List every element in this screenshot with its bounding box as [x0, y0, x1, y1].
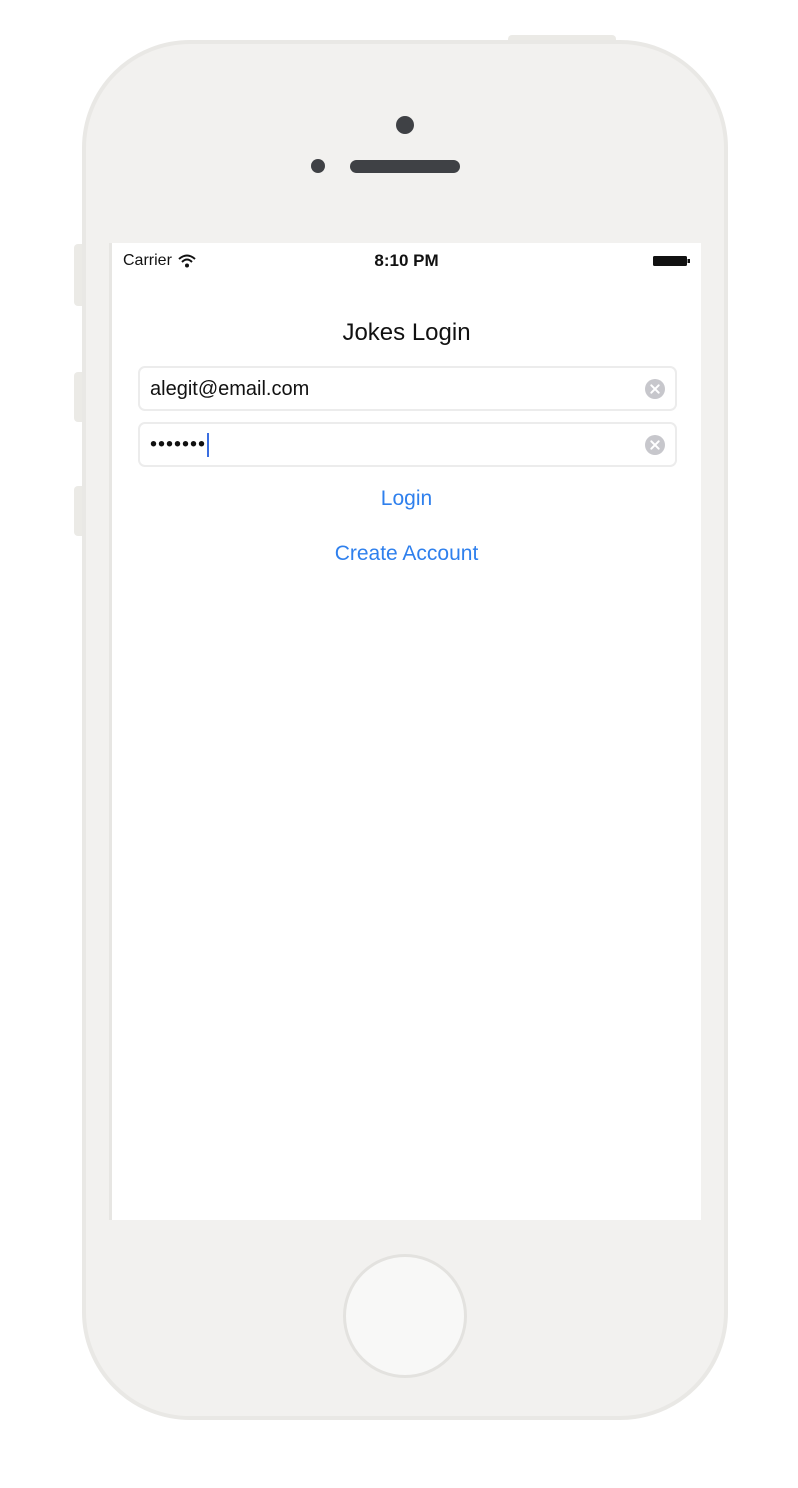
- battery-icon: [653, 256, 690, 266]
- front-camera: [396, 116, 414, 134]
- device-frame: Carrier 8:10 PM Jokes Login alegit@email…: [0, 0, 798, 1488]
- email-field[interactable]: alegit@email.com: [138, 366, 677, 411]
- email-value: alegit@email.com: [150, 378, 310, 400]
- phone-screen: Carrier 8:10 PM Jokes Login alegit@email…: [109, 243, 701, 1220]
- earpiece-speaker: [350, 160, 460, 173]
- status-bar: Carrier 8:10 PM: [112, 243, 701, 279]
- password-value-wrapper: •••••••: [150, 433, 210, 457]
- text-cursor: [207, 433, 210, 457]
- proximity-sensor: [311, 159, 325, 173]
- home-button[interactable]: [343, 1254, 467, 1378]
- password-value: •••••••: [150, 433, 207, 456]
- create-account-button[interactable]: Create Account: [112, 542, 701, 566]
- clear-icon[interactable]: [645, 435, 665, 455]
- password-field[interactable]: •••••••: [138, 422, 677, 467]
- status-time: 8:10 PM: [374, 251, 439, 270]
- clear-icon[interactable]: [645, 379, 665, 399]
- page-title: Jokes Login: [342, 319, 471, 346]
- login-button[interactable]: Login: [112, 487, 701, 511]
